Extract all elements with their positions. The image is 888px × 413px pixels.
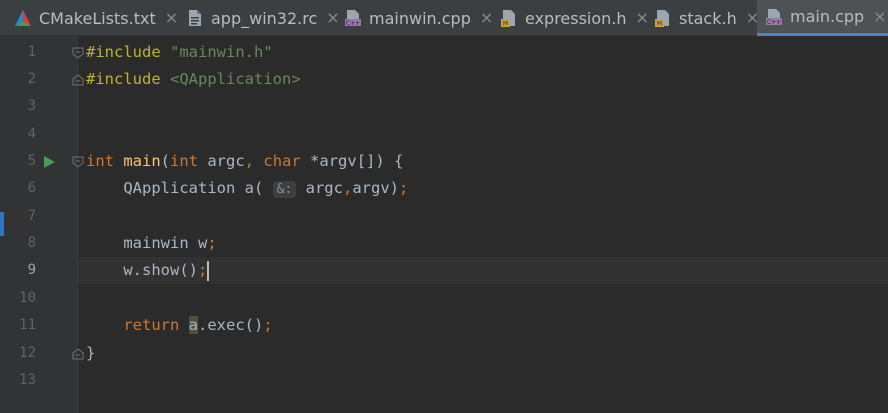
change-marker [0, 212, 4, 236]
code-line-8: mainwin w; [86, 230, 217, 257]
line-number: 2 [27, 71, 36, 87]
file-icon [189, 10, 201, 26]
cpp-file-icon: C++ [766, 8, 782, 26]
keyword: char [263, 152, 301, 170]
keyword: int [86, 152, 114, 170]
semicolon: ; [197, 261, 208, 279]
parameter: *argv[] [300, 152, 376, 170]
line-number: 5 [27, 153, 36, 169]
line-number: 3 [27, 98, 36, 114]
method-call: w.show() [123, 261, 198, 279]
close-icon[interactable]: × [873, 8, 886, 25]
svg-text:H: H [657, 20, 662, 28]
line-number: 6 [27, 180, 36, 196]
code-editor[interactable]: #include "mainwin.h" #include <QApplicat… [78, 36, 888, 413]
variable: a( [235, 179, 264, 197]
line-number: 1 [27, 44, 36, 60]
type-name: QApplication [123, 179, 236, 197]
svg-text:H: H [503, 20, 508, 28]
punctuation: ) { [375, 152, 404, 170]
code-line-6: QApplication a( &: argc,argv); [86, 175, 408, 202]
svg-text:C++: C++ [767, 19, 781, 26]
editor-tab-bar: CMakeLists.txt × app_win32.rc × C++ main… [0, 0, 888, 36]
line-number-current: 9 [27, 262, 36, 278]
type-name: mainwin [123, 234, 189, 252]
line-number: 7 [27, 208, 36, 224]
cpp-file-icon: C++ [345, 10, 361, 27]
code-line-5: int main(int argc, char *argv[]) { [86, 148, 403, 175]
text-caret [207, 260, 210, 281]
tab-stack-h[interactable]: H stack.h × [654, 0, 759, 36]
argument: argc [296, 179, 343, 197]
run-icon[interactable] [42, 155, 56, 169]
preprocessor-directive: #include [86, 43, 161, 61]
line-number: 13 [19, 372, 36, 388]
punctuation: ( [160, 152, 171, 170]
tab-label: app_win32.rc [211, 8, 318, 28]
code-line-2: #include <QApplication> [86, 66, 301, 93]
punctuation: , [342, 179, 353, 197]
svg-text:C++: C++ [346, 20, 360, 27]
tab-expression-h[interactable]: H expression.h × [500, 0, 649, 36]
close-icon[interactable]: × [165, 10, 178, 26]
tab-mainwin-cpp[interactable]: C++ mainwin.cpp × [344, 0, 493, 36]
header-file-icon: H [501, 10, 515, 28]
line-number: 12 [19, 345, 36, 361]
header-file-icon: H [655, 10, 669, 28]
method-call: .exec() [198, 316, 264, 334]
variable: w [188, 234, 208, 252]
keyword: return [123, 316, 180, 334]
line-number: 8 [27, 235, 36, 251]
semicolon: ; [263, 316, 273, 334]
close-icon[interactable]: × [326, 10, 339, 26]
variable: a [188, 316, 199, 334]
tab-label: CMakeLists.txt [39, 8, 156, 28]
code-line-12: } [86, 340, 95, 367]
semicolon: ; [399, 179, 409, 197]
parameter-hint: &: [272, 181, 297, 198]
code-line-11: return a.exec(); [86, 312, 273, 339]
tab-app-win32-rc[interactable]: app_win32.rc × [186, 0, 340, 36]
close-icon[interactable]: × [480, 10, 493, 26]
editor-gutter: 1 2 3 4 5 6 7 8 9 10 11 12 13 [0, 36, 84, 413]
tab-main-cpp[interactable]: C++ main.cpp × [757, 0, 888, 36]
semicolon: ; [207, 234, 217, 252]
line-number: 10 [19, 290, 36, 306]
parameter: argc [198, 152, 245, 170]
function-name: main [123, 152, 161, 170]
tab-label: main.cpp [790, 7, 865, 26]
include-path: "mainwin.h" [170, 43, 273, 61]
include-path: <QApplication> [170, 70, 301, 88]
line-number: 11 [19, 317, 36, 333]
code-line-1: #include "mainwin.h" [86, 39, 273, 66]
close-icon[interactable]: × [636, 10, 649, 26]
tab-cmakelists[interactable]: CMakeLists.txt × [14, 0, 178, 36]
closing-brace: } [86, 344, 96, 362]
keyword: int [170, 152, 199, 170]
argument: argv) [352, 179, 399, 197]
cmake-icon [15, 10, 31, 26]
tab-label: mainwin.cpp [369, 8, 471, 28]
punctuation: , [244, 152, 255, 170]
line-number: 4 [27, 126, 36, 142]
preprocessor-directive: #include [86, 70, 161, 88]
tab-label: stack.h [679, 8, 737, 28]
tab-label: expression.h [525, 8, 627, 28]
code-line-9: w.show(); [86, 257, 210, 284]
